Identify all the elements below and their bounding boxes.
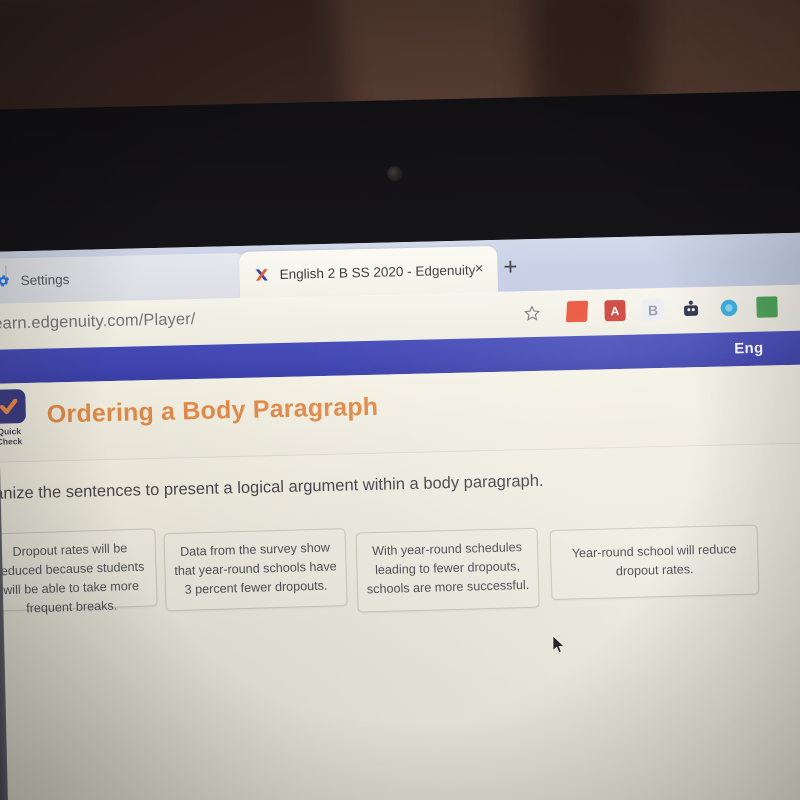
instruction-text: Organize the sentences to present a logi… bbox=[0, 471, 544, 504]
extension-icons: A B bbox=[565, 296, 778, 323]
tab-english-2b-label: English 2 B SS 2020 - Edgenuity bbox=[279, 261, 476, 282]
dark-robot-icon[interactable] bbox=[680, 298, 701, 319]
green-extension-icon[interactable] bbox=[756, 296, 778, 318]
lesson-content: Organize the sentences to present a logi… bbox=[0, 442, 800, 800]
red-dictionary-icon[interactable]: A bbox=[604, 299, 626, 322]
app-bar-course-title: Eng bbox=[734, 339, 764, 358]
browser-window: × Settings English 2 B SS 2020 - Edgenui… bbox=[0, 231, 800, 800]
new-tab-button[interactable]: + bbox=[503, 253, 518, 280]
check-badge-icon bbox=[0, 389, 27, 424]
sentence-card-list: Dropout rates will be reduced because st… bbox=[0, 512, 786, 641]
blue-circle-icon[interactable] bbox=[718, 297, 739, 318]
quick-check-badge: Quick Check bbox=[0, 389, 36, 447]
tab-settings[interactable]: Settings bbox=[0, 252, 246, 305]
red-bookmark-icon[interactable] bbox=[565, 300, 589, 323]
tab-close-icon[interactable]: × bbox=[475, 260, 484, 277]
quick-check-label: Quick Check bbox=[0, 426, 36, 447]
photo-of-laptop-screen: × Settings English 2 B SS 2020 - Edgenui… bbox=[0, 0, 800, 800]
tab-english-2b[interactable]: English 2 B SS 2020 - Edgenuity × bbox=[239, 245, 499, 298]
page-title: Ordering a Body Paragraph bbox=[46, 392, 379, 429]
bookmark-star-icon[interactable] bbox=[522, 304, 541, 323]
gear-icon bbox=[0, 274, 9, 286]
laptop-bezel: × Settings English 2 B SS 2020 - Edgenui… bbox=[0, 89, 800, 800]
address-bar-url[interactable]: ore.learn.edgenuity.com/Player/ bbox=[0, 310, 196, 335]
tab-settings-label: Settings bbox=[20, 271, 70, 288]
sentence-card[interactable]: With year-round schedules leading to few… bbox=[355, 527, 540, 613]
sentence-card[interactable]: Data from the survey show that year-roun… bbox=[163, 528, 348, 612]
sentence-card[interactable]: Year-round school will reduce dropout ra… bbox=[549, 524, 760, 601]
sentence-card[interactable]: Dropout rates will be reduced because st… bbox=[0, 528, 158, 615]
blue-b-extension-icon[interactable]: B bbox=[642, 298, 664, 321]
quick-check-label-line1: Quick bbox=[0, 426, 22, 437]
edgenuity-icon bbox=[255, 268, 268, 281]
checkmark-icon bbox=[0, 398, 18, 415]
address-bar-text: ore.learn.edgenuity.com/Player/ bbox=[0, 310, 196, 334]
quick-check-label-line2: Check bbox=[0, 436, 23, 447]
webcam-icon bbox=[387, 166, 403, 182]
